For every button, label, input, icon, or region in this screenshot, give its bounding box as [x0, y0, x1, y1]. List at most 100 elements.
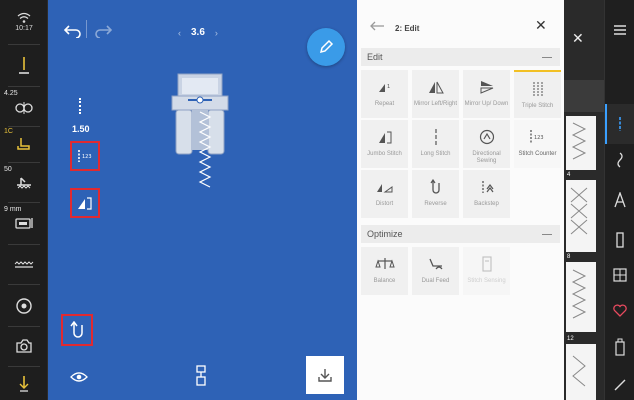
tile-label: Directional Sewing: [472, 151, 501, 164]
stitch-number: 4: [567, 172, 571, 178]
category-alphabets[interactable]: [605, 192, 634, 208]
svg-text:123: 123: [82, 154, 92, 160]
triple-stitch-icon: [533, 82, 542, 96]
document-icon: [615, 338, 625, 356]
stitch-sensing-button[interactable]: Stitch Sensing: [463, 247, 510, 295]
stitch-counter-button[interactable]: 123 Stitch Counter: [514, 120, 561, 168]
wifi-status[interactable]: 10:17: [0, 4, 48, 40]
zigzag-stitch-icon: [571, 269, 587, 319]
bobbin-icon: [16, 298, 32, 314]
tension-icon: [15, 102, 33, 114]
stitch-width-control: ‹ 3.6 ›: [178, 27, 218, 38]
stitch-canvas: ‹ 3.6 › 1.50 123: [48, 0, 357, 400]
stitch-line-icon: [619, 117, 621, 131]
width-increase-arrow[interactable]: ›: [215, 28, 218, 38]
stitch-card[interactable]: [566, 116, 596, 170]
jumbo-stitch-shortcut[interactable]: [70, 188, 100, 218]
status-time: 10:17: [15, 25, 33, 32]
long-stitch-button[interactable]: Long Stitch: [412, 120, 459, 168]
edit-section-title: Edit: [367, 52, 383, 62]
sewing-machine-screen: 10:17 4.25 1C 50 9 mm ‹ 3.6 › 1.50 123 2…: [0, 0, 634, 400]
menu-button[interactable]: [605, 24, 634, 36]
triple-stitch-button[interactable]: Triple Stitch: [514, 70, 561, 118]
balance-button[interactable]: Balance: [361, 247, 408, 295]
camera-button[interactable]: [0, 330, 48, 362]
stitch-card[interactable]: [566, 262, 596, 332]
svg-text:1: 1: [387, 84, 390, 90]
presser-foot-button[interactable]: 1C: [0, 128, 48, 160]
stitch-plate-button[interactable]: 9 mm: [0, 206, 48, 238]
stabilizer-button[interactable]: [0, 250, 48, 280]
mirror-up-down-icon: [480, 81, 493, 94]
width-decrease-arrow[interactable]: ‹: [178, 28, 181, 38]
thread-tension-button[interactable]: 4.25: [0, 90, 48, 124]
reverse-button[interactable]: Reverse: [412, 170, 459, 218]
jumbo-stitch-button[interactable]: Jumbo Stitch: [361, 120, 408, 168]
repeat-button[interactable]: 1 Repeat: [361, 70, 408, 118]
reverse-icon: [430, 179, 440, 194]
tile-label: Long Stitch: [420, 151, 451, 157]
preview-eye-button[interactable]: [70, 370, 88, 388]
stitch-counter-shortcut[interactable]: 123: [70, 141, 100, 171]
edit-section-header[interactable]: Edit: [361, 48, 560, 66]
feed-icon: [17, 177, 31, 189]
undo-button[interactable]: [63, 24, 82, 43]
category-buttonholes[interactable]: [605, 232, 634, 248]
dual-feed-icon: [428, 258, 442, 270]
backstep-icon: [481, 181, 493, 193]
optimize-section-title: Optimize: [367, 229, 403, 239]
alphabet-icon: [614, 192, 626, 208]
stitch-sensing-icon: [481, 256, 492, 272]
stitch-card[interactable]: [566, 344, 596, 400]
tile-label: Backstep: [474, 201, 499, 207]
directional-sewing-button[interactable]: Directional Sewing: [463, 120, 510, 168]
thread-cutter-icon: [19, 376, 29, 392]
distort-button[interactable]: Distort: [361, 170, 408, 218]
menu-icon: [614, 25, 626, 35]
category-quilt-stitches[interactable]: [605, 268, 634, 282]
bobbin-button[interactable]: [0, 290, 48, 322]
mirror-up-down-button[interactable]: Mirror Up/ Down: [463, 70, 510, 118]
tile-label: Reverse: [424, 201, 447, 207]
edit-panel: 2: Edit ✕ Edit 1 Repeat Mirror Left/Righ…: [357, 0, 564, 400]
stitch-card[interactable]: [566, 180, 596, 252]
category-decorative-stitches[interactable]: [605, 152, 634, 168]
category-practical-stitches[interactable]: [605, 116, 634, 132]
heart-icon: [613, 304, 627, 317]
presser-foot-value: 1C: [4, 128, 13, 135]
optimize-section-header[interactable]: Optimize: [361, 225, 560, 243]
back-arrow-icon[interactable]: [369, 20, 385, 32]
category-tools[interactable]: [605, 378, 634, 392]
feed-value: 50: [4, 166, 12, 173]
bobbin-thread-icon: [196, 365, 206, 386]
mirror-left-right-button[interactable]: Mirror Left/Right: [412, 70, 459, 118]
category-personal-program[interactable]: [605, 338, 634, 356]
edit-fab-button[interactable]: [307, 28, 345, 66]
dual-feed-button[interactable]: Dual Feed: [412, 247, 459, 295]
tile-label: Mirror Up/ Down: [464, 101, 509, 107]
feed-dog-button[interactable]: 50: [0, 166, 48, 198]
reverse-shortcut[interactable]: [61, 314, 93, 346]
backstep-button[interactable]: Backstep: [463, 170, 510, 218]
buttonhole-icon: [616, 232, 624, 248]
pencil-icon: [319, 39, 334, 54]
close-icon[interactable]: ✕: [572, 30, 584, 47]
stitch-length-value: 1.50: [72, 124, 90, 134]
stitch-counter-icon: 123: [529, 130, 543, 144]
thread-cutter-button[interactable]: [0, 370, 48, 398]
fabric-icon: [14, 261, 34, 268]
tile-label: Stitch Counter: [518, 151, 557, 157]
tile-label: Stitch Sensing: [467, 278, 506, 284]
save-download-button[interactable]: [306, 356, 344, 394]
redo-button[interactable]: [94, 24, 113, 43]
jumbo-stitch-icon: [378, 131, 391, 144]
category-favorites[interactable]: [605, 304, 634, 317]
eye-icon: [70, 372, 88, 382]
undo-icon: [63, 25, 81, 39]
needle-icon: [19, 57, 29, 74]
close-icon[interactable]: ✕: [535, 17, 547, 34]
stitch-number: 8: [567, 254, 571, 260]
needle-position-button[interactable]: [0, 50, 48, 82]
thread-path-button[interactable]: [194, 365, 208, 392]
stitch-list-panel: ✕ 4 8 12: [564, 0, 604, 400]
